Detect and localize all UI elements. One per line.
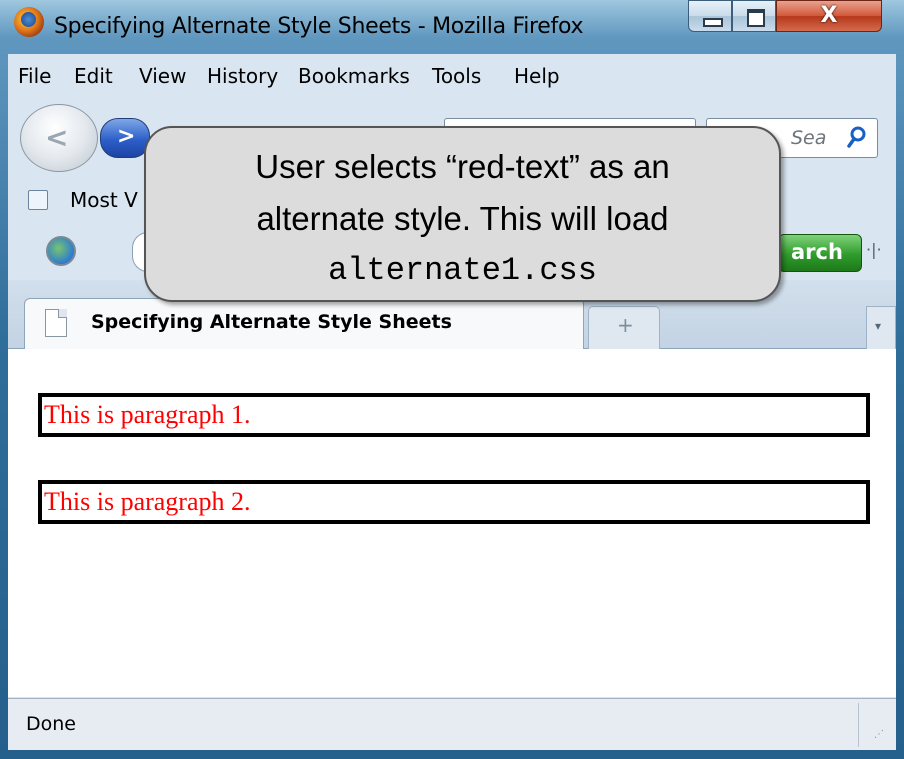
toolbar-search-button[interactable]: arch <box>778 234 862 272</box>
maximize-icon <box>747 9 765 27</box>
back-arrow-icon: < <box>45 121 69 154</box>
minimize-icon <box>703 18 723 27</box>
forward-button[interactable]: > <box>100 118 150 158</box>
title-bar[interactable]: Specifying Alternate Style Sheets - Mozi… <box>0 0 904 54</box>
tab-title: Specifying Alternate Style Sheets <box>91 311 452 333</box>
toolbar-chevron-icon[interactable]: ·|· <box>866 240 882 259</box>
search-icon[interactable] <box>847 126 867 148</box>
annotation-callout: User selects “red-text” as an alternate … <box>144 126 781 302</box>
page-icon <box>45 309 67 337</box>
minimize-button[interactable] <box>688 0 732 32</box>
menu-bookmarks[interactable]: Bookmarks <box>298 64 410 88</box>
menu-history[interactable]: History <box>207 64 278 88</box>
maximize-button[interactable] <box>732 0 776 32</box>
callout-line-2: alternate style. This will load <box>256 200 669 237</box>
menu-help[interactable]: Help <box>514 64 560 88</box>
back-button[interactable]: < <box>20 104 98 172</box>
bookmark-most-visited[interactable]: Most V <box>70 188 138 212</box>
page-content: This is paragraph 1. This is paragraph 2… <box>8 349 896 697</box>
chevron-down-icon: ▾ <box>875 319 882 333</box>
callout-line-3: alternate1.css <box>328 252 597 289</box>
toolbar-search-label: arch <box>791 240 843 264</box>
firefox-logo-icon <box>14 7 44 37</box>
bookmark-search-icon <box>28 190 48 210</box>
menu-file[interactable]: File <box>18 64 51 88</box>
new-tab-button[interactable]: + <box>588 306 660 349</box>
window-controls: X <box>688 0 896 34</box>
resize-grip-icon[interactable]: ⋰ <box>874 729 884 740</box>
status-text: Done <box>26 713 76 735</box>
window-title: Specifying Alternate Style Sheets - Mozi… <box>54 14 584 39</box>
plus-icon: + <box>617 313 634 337</box>
status-separator <box>858 703 859 747</box>
close-button[interactable]: X <box>776 0 882 32</box>
tab-list-button[interactable]: ▾ <box>866 306 896 349</box>
globe-search-icon[interactable] <box>46 236 76 266</box>
search-placeholder: Sea <box>791 127 827 149</box>
menu-view[interactable]: View <box>139 64 186 88</box>
menu-tools[interactable]: Tools <box>432 64 481 88</box>
callout-line-1: User selects “red-text” as an <box>255 148 670 185</box>
menu-edit[interactable]: Edit <box>74 64 113 88</box>
browser-window: Specifying Alternate Style Sheets - Mozi… <box>0 0 904 759</box>
paragraph-1: This is paragraph 1. <box>38 393 870 437</box>
tab-active[interactable]: Specifying Alternate Style Sheets <box>24 298 584 349</box>
menu-bar: File Edit View History Bookmarks Tools H… <box>8 54 896 98</box>
paragraph-2: This is paragraph 2. <box>38 480 870 524</box>
status-bar: Done ⋰ <box>8 698 896 750</box>
forward-arrow-icon: > <box>117 124 136 149</box>
close-icon: X <box>820 3 838 28</box>
